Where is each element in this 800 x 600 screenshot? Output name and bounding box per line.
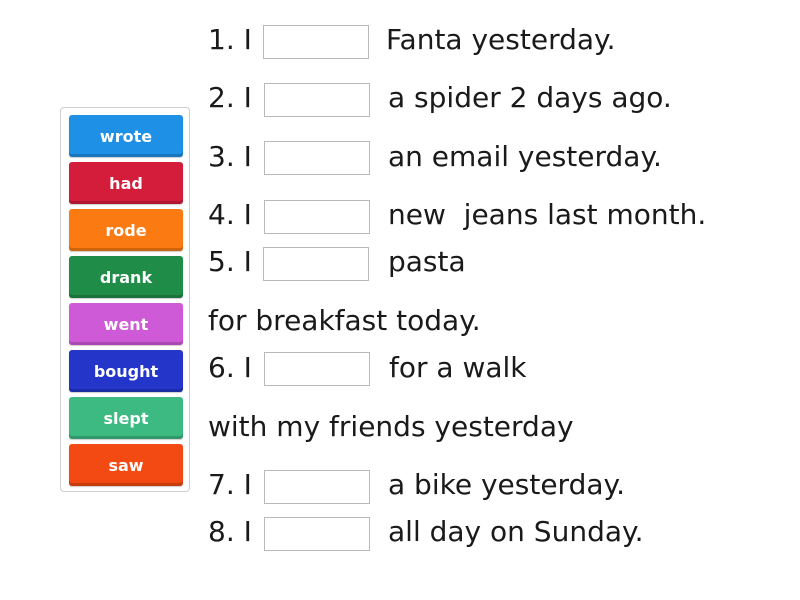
sentence-5-continuation: for breakfast today. (208, 304, 481, 337)
sentence-8-prefix: 8. I (208, 515, 252, 548)
sentence-2-suffix: a spider 2 days ago. (388, 81, 672, 114)
word-tile-drank[interactable]: drank (69, 256, 183, 298)
word-tile-went[interactable]: went (69, 303, 183, 345)
word-tile-slept[interactable]: slept (69, 397, 183, 439)
sentence-5-prefix: 5. I (208, 245, 252, 278)
sentence-3-drop-zone[interactable] (264, 141, 370, 175)
sentence-7-drop-zone[interactable] (264, 470, 370, 504)
word-tile-had[interactable]: had (69, 162, 183, 204)
sentence-2-drop-zone[interactable] (264, 83, 370, 117)
sentence-4-drop-zone[interactable] (264, 200, 370, 234)
sentence-1-prefix: 1. I (208, 23, 252, 56)
word-tile-rode[interactable]: rode (69, 209, 183, 251)
sentence-4-suffix: new jeans last month. (388, 198, 707, 231)
sentence-8-drop-zone[interactable] (264, 517, 370, 551)
sentence-7-suffix: a bike yesterday. (388, 468, 625, 501)
sentence-4-prefix: 4. I (208, 198, 252, 231)
sentence-7-prefix: 7. I (208, 468, 252, 501)
word-tile-bought[interactable]: bought (69, 350, 183, 392)
sentence-6-prefix: 6. I (208, 351, 252, 384)
sentence-3-prefix: 3. I (208, 140, 252, 173)
sentence-8-suffix: all day on Sunday. (388, 515, 644, 548)
sentence-1-drop-zone[interactable] (263, 25, 369, 59)
sentence-6-suffix: for a walk (389, 351, 527, 384)
sentence-5-suffix: pasta (388, 245, 466, 278)
sentence-5-drop-zone[interactable] (263, 247, 369, 281)
sentence-1-suffix: Fanta yesterday. (386, 23, 616, 56)
word-tile-wrote[interactable]: wrote (69, 115, 183, 157)
word-bank: wrote had rode drank went bought slept s… (60, 107, 190, 492)
sentence-2-prefix: 2. I (208, 81, 252, 114)
sentence-6-continuation: with my friends yesterday (208, 410, 574, 443)
word-tile-saw[interactable]: saw (69, 444, 183, 486)
sentence-6-drop-zone[interactable] (264, 352, 370, 386)
sentence-3-suffix: an email yesterday. (388, 140, 662, 173)
